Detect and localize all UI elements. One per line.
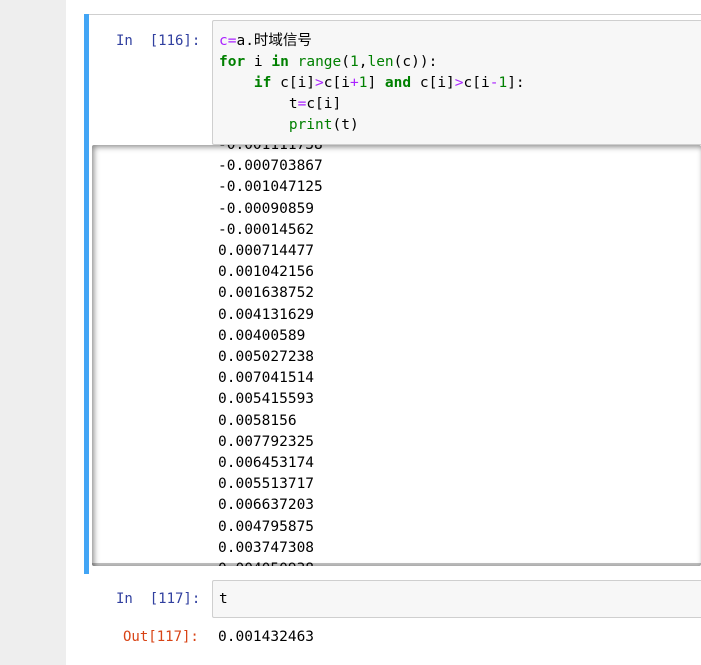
output-value-117: 0.001432463	[218, 629, 315, 645]
output-line: 0.000714477	[218, 243, 315, 259]
code-line-5: print(t)	[288, 117, 359, 133]
input-prompt-116: In [116]:	[116, 33, 201, 49]
output-line: 0.003747308	[218, 539, 315, 556]
code-line-4: t=c[i]	[219, 96, 342, 112]
output-line: -0.001111738	[218, 145, 323, 153]
code-line-t: t	[219, 591, 228, 607]
output-scroll-area-116[interactable]: 0.0040509380.0037473080.0047958750.00663…	[92, 145, 701, 566]
scroll-shadow	[92, 563, 701, 566]
output-line: 0.007792325	[218, 433, 315, 450]
output-line: 0.001042156	[218, 264, 315, 281]
output-line: -0.00090859	[218, 200, 315, 217]
output-line: -0.001047125	[218, 179, 323, 196]
code-editor-116[interactable]: c=a.时域信号 for i in range(1,len(c)): if c[…	[212, 20, 701, 145]
output-line: 0.001638752	[218, 285, 315, 302]
output-line: 0.005415593	[218, 391, 315, 408]
output-line: 0.004131629	[218, 306, 315, 323]
output-line: 0.006637203	[218, 497, 315, 514]
output-prompt-117: Out[117]:	[123, 629, 199, 645]
output-line: 0.006453174	[218, 455, 315, 471]
input-prompt-117: In [117]:	[116, 591, 201, 607]
output-line: 0.004795875	[218, 518, 315, 535]
output-line: -0.00014562	[218, 221, 315, 238]
code-line-2: for i in range(1,len(c)):	[219, 54, 438, 70]
code-editor-117[interactable]: t	[212, 580, 701, 618]
output-line: 0.007041514	[218, 370, 315, 387]
output-line: 0.00400589	[218, 327, 306, 344]
output-line: 0.005513717	[218, 476, 315, 493]
output-line: 0.0058156	[218, 412, 297, 429]
output-line: -0.000703867	[218, 158, 323, 175]
output-line: 0.005027238	[218, 349, 315, 365]
code-line-3: if c[i]>c[i+1] and c[i]>c[i-1]:	[253, 75, 525, 91]
code-line-1: c=a.时域信号	[219, 33, 312, 49]
